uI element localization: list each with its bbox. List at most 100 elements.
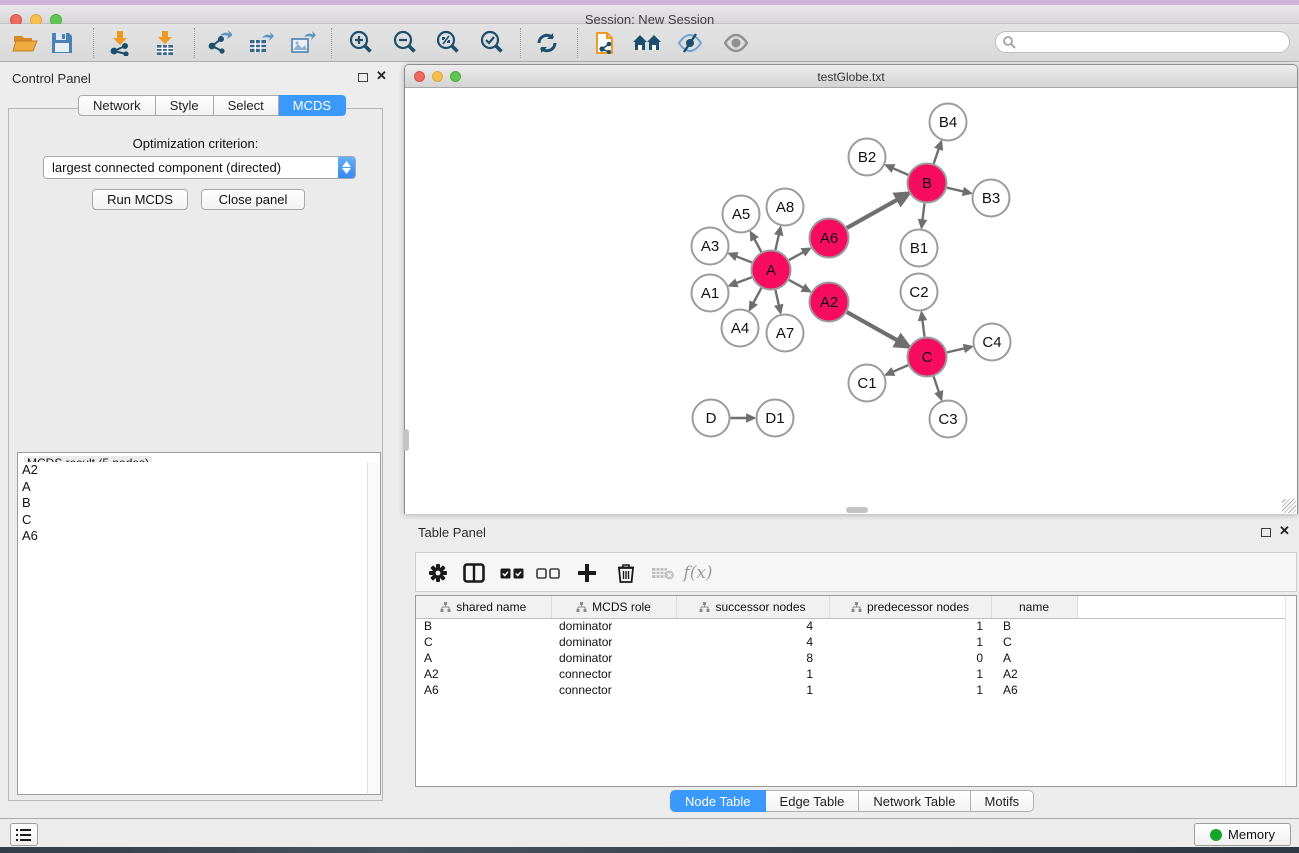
- graph-node-A7[interactable]: A7: [767, 315, 804, 352]
- save-session-button[interactable]: [45, 29, 79, 57]
- graph-edge-A-A8[interactable]: [775, 234, 779, 250]
- hide-details-icon[interactable]: [673, 29, 707, 57]
- close-panel-button[interactable]: Close panel: [201, 189, 305, 210]
- graph-edge-A-A7[interactable]: [775, 290, 779, 306]
- graph-edge-C-C4[interactable]: [947, 348, 965, 352]
- graph-node-A[interactable]: A: [752, 251, 791, 290]
- search-input[interactable]: [1016, 33, 1289, 51]
- import-network-icon[interactable]: [103, 29, 137, 57]
- select-all-icon[interactable]: [496, 559, 528, 587]
- table-row[interactable]: A6connector11A6: [416, 682, 1286, 698]
- graph-node-B2[interactable]: B2: [849, 139, 886, 176]
- new-network-from-file-icon[interactable]: [589, 29, 623, 57]
- deselect-all-icon[interactable]: [532, 559, 564, 587]
- graph-edge-A2-C[interactable]: [847, 312, 899, 341]
- table-row[interactable]: Bdominator41B: [416, 618, 1286, 634]
- table-cell[interactable]: dominator: [551, 634, 676, 650]
- export-table-icon[interactable]: [244, 29, 278, 57]
- tab-network-table[interactable]: Network Table: [859, 790, 970, 812]
- import-table-icon[interactable]: [148, 29, 182, 57]
- zoom-in-icon[interactable]: [344, 29, 378, 57]
- table-cell[interactable]: 1: [829, 682, 991, 698]
- table-cell[interactable]: 8: [676, 650, 829, 666]
- graph-node-B4[interactable]: B4: [930, 104, 967, 141]
- graph-node-C1[interactable]: C1: [849, 365, 886, 402]
- table-settings-gear-icon[interactable]: [422, 559, 454, 587]
- tab-node-table[interactable]: Node Table: [670, 790, 766, 812]
- delete-table-icon[interactable]: [647, 559, 679, 587]
- control-panel-float-icon[interactable]: [358, 73, 368, 82]
- network-horizontal-scroll-thumb[interactable]: [846, 507, 868, 513]
- tab-motifs[interactable]: Motifs: [971, 790, 1035, 812]
- table-row[interactable]: Adominator80A: [416, 650, 1286, 666]
- graph-node-B3[interactable]: B3: [973, 180, 1010, 217]
- graph-node-A6[interactable]: A6: [810, 219, 849, 258]
- graph-edge-C-C2[interactable]: [922, 319, 924, 336]
- column-header-shared-name[interactable]: shared name: [416, 596, 551, 618]
- graph-node-C3[interactable]: C3: [930, 401, 967, 438]
- open-file-button[interactable]: [8, 29, 42, 57]
- show-details-icon[interactable]: [719, 29, 753, 57]
- graph-node-A2[interactable]: A2: [810, 283, 849, 322]
- mcds-result-item[interactable]: C: [18, 512, 367, 529]
- tab-style[interactable]: Style: [156, 95, 214, 116]
- tab-network[interactable]: Network: [78, 95, 156, 116]
- table-cell[interactable]: A2: [991, 666, 1077, 682]
- apply-layout-icon[interactable]: [530, 29, 564, 57]
- table-panel-float-icon[interactable]: [1261, 528, 1271, 537]
- graph-node-A4[interactable]: A4: [722, 310, 759, 347]
- tab-mcds[interactable]: MCDS: [279, 95, 346, 116]
- graph-edge-C-C3[interactable]: [934, 376, 940, 393]
- tab-edge-table[interactable]: Edge Table: [766, 790, 860, 812]
- column-header-name[interactable]: name: [991, 596, 1077, 618]
- task-history-button[interactable]: [10, 823, 38, 846]
- run-mcds-button[interactable]: Run MCDS: [92, 189, 188, 210]
- table-cell[interactable]: B: [416, 618, 551, 634]
- graph-edge-B-B2[interactable]: [892, 168, 908, 175]
- table-row[interactable]: A2connector11A2: [416, 666, 1286, 682]
- graph-edge-A6-B[interactable]: [847, 199, 899, 228]
- graph-node-A3[interactable]: A3: [692, 228, 729, 265]
- graph-node-B[interactable]: B: [908, 164, 947, 203]
- control-panel-close-icon[interactable]: ✕: [376, 71, 387, 81]
- zoom-out-icon[interactable]: [388, 29, 422, 57]
- table-cell[interactable]: 1: [829, 618, 991, 634]
- table-cell[interactable]: 1: [829, 634, 991, 650]
- graph-node-C[interactable]: C: [908, 338, 947, 377]
- column-header-successor-nodes[interactable]: successor nodes: [676, 596, 829, 618]
- table-cell[interactable]: dominator: [551, 618, 676, 634]
- graph-edge-B-B4[interactable]: [934, 148, 939, 164]
- graph-node-D[interactable]: D: [693, 400, 730, 437]
- table-cell[interactable]: B: [991, 618, 1077, 634]
- table-cell[interactable]: connector: [551, 682, 676, 698]
- graph-node-C4[interactable]: C4: [974, 324, 1011, 361]
- tab-select[interactable]: Select: [214, 95, 279, 116]
- delete-column-trash-icon[interactable]: [610, 559, 642, 587]
- function-builder-icon[interactable]: f(x): [682, 559, 714, 587]
- graph-edge-A-A4[interactable]: [753, 288, 761, 304]
- graph-edge-A-A6[interactable]: [789, 252, 804, 260]
- table-cell[interactable]: C: [416, 634, 551, 650]
- export-image-icon[interactable]: [286, 29, 320, 57]
- table-cell[interactable]: 1: [676, 666, 829, 682]
- table-panel-close-icon[interactable]: ✕: [1279, 526, 1290, 536]
- export-network-icon[interactable]: [202, 29, 236, 57]
- table-cell[interactable]: 1: [829, 666, 991, 682]
- network-canvas[interactable]: B4B2BB3A8A5A6A3B1AC2A1A2A4A7C4CC1C3DD1: [405, 88, 1297, 514]
- graph-node-C2[interactable]: C2: [901, 274, 938, 311]
- network-window-titlebar[interactable]: testGlobe.txt: [405, 65, 1297, 88]
- graph-edge-A-A2[interactable]: [789, 280, 804, 288]
- table-cell[interactable]: 1: [676, 682, 829, 698]
- graph-edge-A-A5[interactable]: [754, 238, 761, 252]
- table-cell[interactable]: 4: [676, 618, 829, 634]
- memory-button[interactable]: Memory: [1194, 823, 1291, 846]
- mcds-result-scrollbar[interactable]: [367, 462, 380, 794]
- graph-node-D1[interactable]: D1: [757, 400, 794, 437]
- add-column-plus-icon[interactable]: [571, 559, 603, 587]
- graph-edge-A-A3[interactable]: [736, 256, 752, 262]
- home-networks-icon[interactable]: [630, 29, 664, 57]
- column-header-MCDS-role[interactable]: MCDS role: [551, 596, 676, 618]
- table-cell[interactable]: C: [991, 634, 1077, 650]
- table-cell[interactable]: A: [416, 650, 551, 666]
- mcds-result-item[interactable]: A2: [18, 462, 367, 479]
